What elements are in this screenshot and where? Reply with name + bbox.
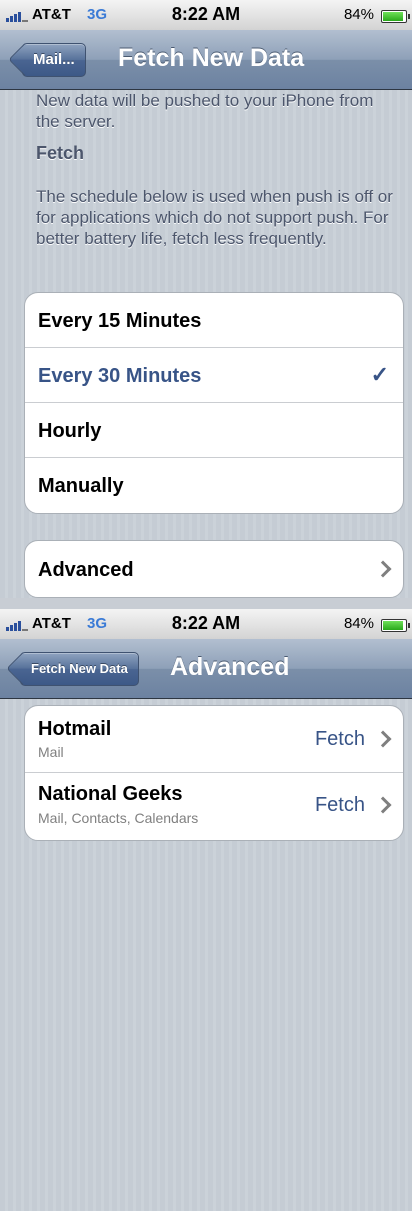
battery-icon [381,10,410,23]
account-detail: Mail, Contacts, Calendars [38,810,199,826]
battery-percent: 84% [343,615,374,632]
back-button-label: Mail... [33,51,75,68]
account-name: Hotmail [38,718,112,740]
fetch-section-title: Fetch [36,143,85,163]
navigation-bar: Mail... Fetch New Data [0,30,412,90]
back-button[interactable]: Mail... [22,43,86,77]
chevron-right-icon [374,796,392,814]
chevron-right-icon [374,730,392,748]
advanced-group: Advanced [24,540,404,598]
option-label: Every 30 Minutes [38,365,202,387]
checkmark-icon: ✓ [370,362,389,387]
fetch-new-data-screen: AT&T 3G 8:22 AM 84% Mail... Fetch New Da… [0,0,412,598]
page-title: Advanced [170,653,290,681]
navigation-bar: Fetch New Data Advanced [0,639,412,699]
account-row-hotmail[interactable]: Hotmail Mail Fetch [25,706,403,772]
chevron-right-icon [374,560,392,578]
account-detail: Mail [38,744,64,760]
push-description: New data will be pushed to your iPhone f… [36,91,374,131]
option-label: Hourly [38,420,102,442]
option-hourly[interactable]: Hourly [25,402,403,457]
status-bar: AT&T 3G 8:22 AM 84% [0,609,412,640]
advanced-screen: AT&T 3G 8:22 AM 84% Fetch New Data Advan… [0,609,412,1211]
option-manually[interactable]: Manually [25,457,403,512]
option-every-15-minutes[interactable]: Every 15 Minutes [25,293,403,347]
page-title: Fetch New Data [118,44,305,72]
battery-percent: 84% [343,6,374,23]
account-name: National Geeks [38,783,183,805]
fetch-options-group: Every 15 Minutes Every 30 Minutes ✓ Hour… [24,292,404,514]
status-bar: AT&T 3G 8:22 AM 84% [0,0,412,31]
option-label: Every 15 Minutes [38,310,202,332]
account-row-national-geeks[interactable]: National Geeks Mail, Contacts, Calendars… [25,772,403,839]
fetch-value: Fetch [314,728,365,750]
accounts-group: Hotmail Mail Fetch National Geeks Mail, … [24,705,404,841]
fetch-description: The schedule below is used when push is … [36,187,393,248]
advanced-label: Advanced [38,559,134,581]
option-every-30-minutes[interactable]: Every 30 Minutes ✓ [25,347,403,402]
option-label: Manually [38,475,124,497]
battery-icon [381,619,410,632]
fetch-value: Fetch [314,794,365,816]
advanced-row[interactable]: Advanced [25,541,403,597]
back-button-label: Fetch New Data [31,661,128,676]
back-button[interactable]: Fetch New Data [20,652,139,686]
